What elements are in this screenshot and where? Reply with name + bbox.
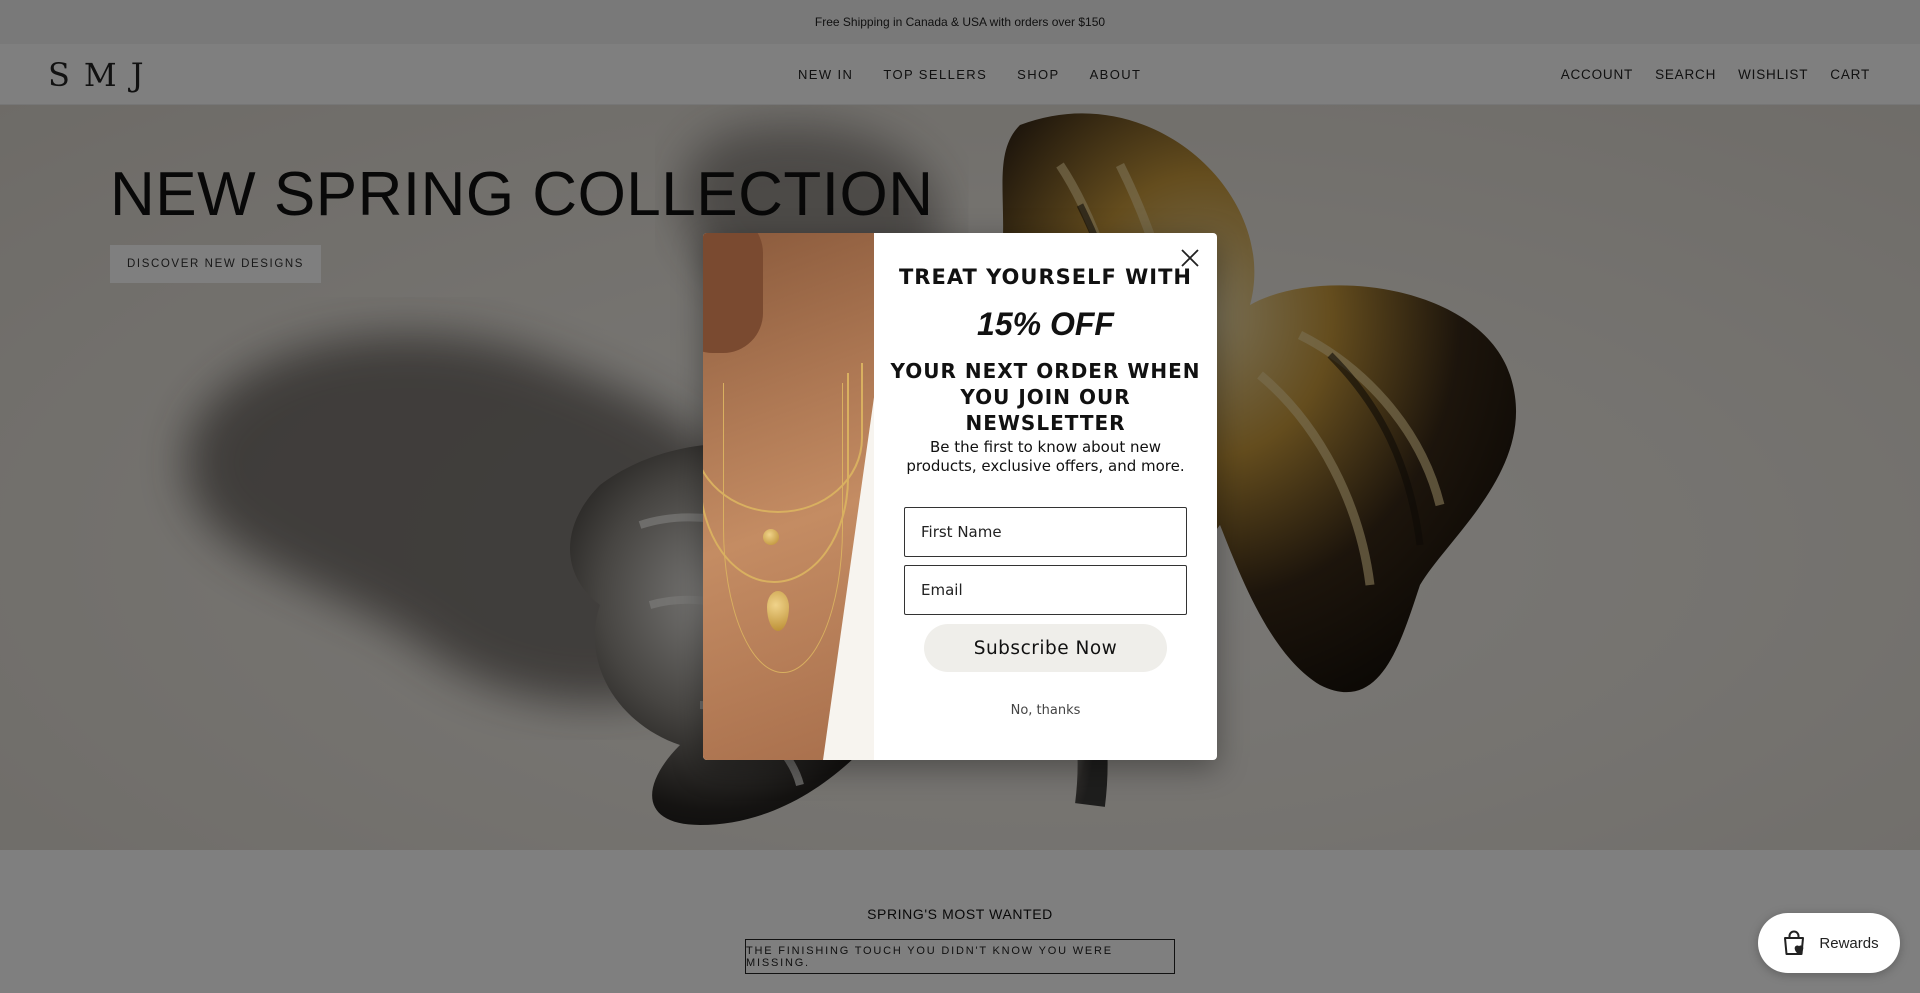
rewards-label: Rewards bbox=[1819, 934, 1879, 952]
popup-subheading: YOUR NEXT ORDER WHEN YOU JOIN OUR NEWSLE… bbox=[890, 359, 1201, 435]
popup-offer: 15% OFF bbox=[977, 306, 1114, 342]
first-name-field[interactable] bbox=[904, 507, 1187, 557]
shopping-bag-heart-icon bbox=[1784, 930, 1805, 955]
newsletter-popup: TREAT YOURSELF WITH 15% OFF YOUR NEXT OR… bbox=[703, 233, 1217, 760]
popup-heading: TREAT YOURSELF WITH bbox=[898, 265, 1192, 289]
necklace-chain-3 bbox=[723, 383, 843, 673]
popup-model-image bbox=[703, 233, 874, 760]
no-thanks-link[interactable]: No, thanks bbox=[874, 703, 1217, 718]
rewards-launcher[interactable]: Rewards bbox=[1758, 913, 1900, 973]
peace-pendant bbox=[763, 529, 779, 545]
hair-shadow bbox=[703, 233, 763, 353]
popup-description: Be the first to know about new products,… bbox=[906, 438, 1185, 475]
email-field[interactable] bbox=[904, 565, 1187, 615]
subscribe-button[interactable]: Subscribe Now bbox=[924, 624, 1167, 672]
popup-content: TREAT YOURSELF WITH 15% OFF YOUR NEXT OR… bbox=[874, 233, 1217, 760]
